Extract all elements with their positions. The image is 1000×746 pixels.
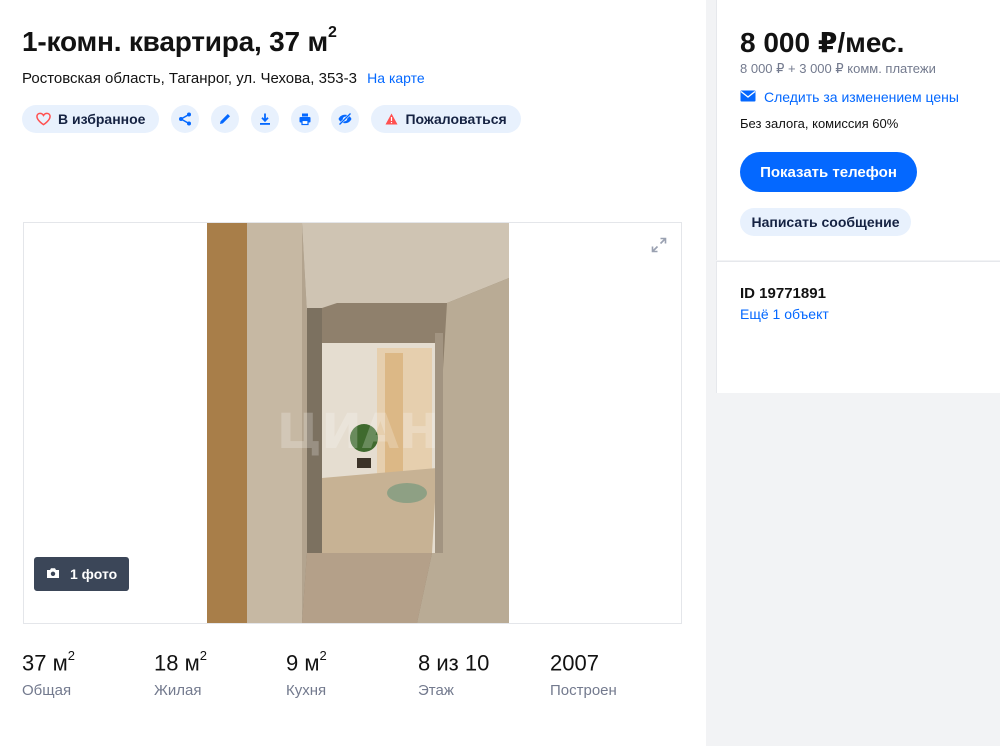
price-breakdown: 8 000 ₽ + 3 000 ₽ комм. платежи — [740, 61, 936, 76]
expand-icon[interactable] — [651, 237, 667, 253]
fact-value-text: 37 м — [22, 650, 68, 676]
hide-button[interactable] — [331, 105, 360, 133]
map-link[interactable]: На карте — [367, 70, 425, 86]
favorite-label: В избранное — [58, 111, 146, 127]
more-objects-link[interactable]: Ещё 1 объект — [740, 306, 829, 322]
listing-id: ID 19771891 — [740, 285, 826, 302]
warning-icon — [385, 113, 398, 125]
download-icon — [258, 112, 272, 126]
title-text: 1-комн. квартира, 37 м — [22, 26, 329, 57]
fact-value: 2007 — [550, 650, 682, 676]
fact-label: Общая — [22, 682, 72, 700]
envelope-icon — [740, 89, 756, 105]
watch-price-label: Следить за изменением цены — [764, 89, 959, 105]
print-icon — [298, 112, 312, 126]
print-button[interactable] — [291, 105, 320, 133]
fact-total-area: 37 м2 Общая — [22, 648, 154, 700]
watch-price-link[interactable]: Следить за изменением цены — [740, 89, 959, 105]
fact-living-area: 18 м2 Жилая — [154, 648, 286, 700]
camera-icon — [46, 566, 60, 582]
apartment-photo[interactable]: ЦИАН — [207, 223, 509, 623]
fact-value-sup: 2 — [67, 648, 75, 663]
fact-value-text: 18 м — [154, 650, 200, 676]
send-message-button[interactable]: Написать сообщение — [740, 208, 911, 236]
fact-built-year: 2007 Построен — [550, 650, 682, 699]
price: 8 000 ₽/мес. — [740, 27, 905, 58]
title-superscript: 2 — [328, 23, 337, 41]
fact-value-sup: 2 — [319, 648, 327, 663]
fact-value-text: 9 м — [286, 650, 320, 676]
photo-count-label: 1 фото — [70, 566, 118, 582]
fact-kitchen-area: 9 м2 Кухня — [286, 648, 418, 700]
fact-label: Кухня — [286, 682, 327, 700]
pencil-icon — [218, 112, 232, 126]
fact-value: 18 м2 — [154, 648, 286, 676]
fact-value-sup: 2 — [199, 648, 207, 663]
photo-gallery[interactable]: ЦИАН 1 фото — [23, 222, 682, 624]
address-text: Ростовская область, Таганрог, ул. Чехова… — [22, 70, 357, 87]
svg-text:ЦИАН: ЦИАН — [277, 404, 439, 460]
page-title: 1-комн. квартира, 37 м2 — [22, 23, 337, 58]
share-icon — [178, 112, 192, 126]
hide-icon — [337, 112, 353, 126]
facts-row: 37 м2 Общая 18 м2 Жилая 9 м2 Кухня 8 из … — [22, 648, 682, 700]
edit-button[interactable] — [211, 105, 240, 133]
download-button[interactable] — [251, 105, 280, 133]
fact-floor: 8 из 10 Этаж — [418, 650, 550, 699]
fact-label: Этаж — [418, 682, 454, 700]
rental-terms: Без залога, комиссия 60% — [740, 116, 899, 131]
favorite-button[interactable]: В избранное — [22, 105, 160, 133]
show-phone-button[interactable]: Показать телефон — [740, 152, 917, 192]
fact-value: 9 м2 — [286, 648, 418, 676]
complain-label: Пожаловаться — [405, 111, 507, 127]
fact-label: Построен — [550, 682, 617, 700]
complain-button[interactable]: Пожаловаться — [371, 105, 521, 133]
id-card — [716, 261, 1000, 393]
fact-value-text: 2007 — [550, 650, 599, 676]
fact-label: Жилая — [154, 682, 202, 700]
fact-value: 37 м2 — [22, 648, 154, 676]
share-button[interactable] — [171, 105, 200, 133]
address-line: Ростовская область, Таганрог, ул. Чехова… — [22, 70, 425, 87]
fact-value-text: 8 из 10 — [418, 650, 490, 676]
heart-icon — [36, 112, 51, 126]
fact-value: 8 из 10 — [418, 650, 550, 676]
photo-count-badge[interactable]: 1 фото — [34, 557, 130, 591]
action-bar: В избранное Пожаловаться — [22, 105, 521, 133]
